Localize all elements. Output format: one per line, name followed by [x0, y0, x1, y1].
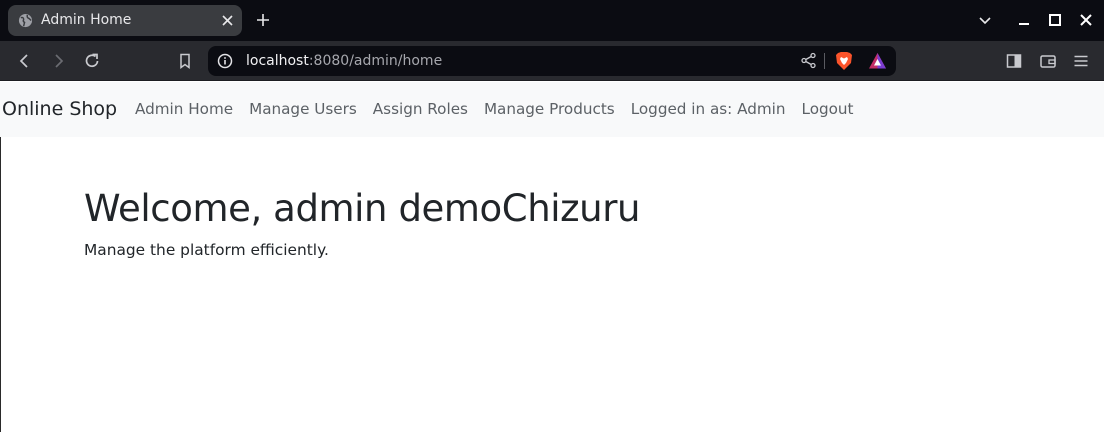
browser-toolbar: localhost:8080/admin/home: [0, 41, 1104, 81]
nav-manage-products[interactable]: Manage Products: [476, 82, 623, 137]
nav-manage-users[interactable]: Manage Users: [241, 82, 365, 137]
share-icon[interactable]: [800, 52, 817, 69]
menu-icon[interactable]: [1072, 52, 1090, 70]
brave-shields-icon[interactable]: [835, 51, 853, 71]
navbar: Online Shop Admin Home Manage Users Assi…: [0, 82, 1104, 137]
chevron-down-icon[interactable]: [977, 12, 993, 28]
info-icon[interactable]: [217, 53, 233, 69]
minimize-icon[interactable]: [1016, 12, 1032, 28]
url-host: localhost: [246, 53, 309, 69]
close-window-icon[interactable]: [1078, 12, 1094, 28]
url-path: :8080/admin/home: [308, 53, 443, 69]
nav-assign-roles[interactable]: Assign Roles: [365, 82, 476, 137]
nav-admin-home[interactable]: Admin Home: [127, 82, 241, 137]
main-content: Welcome, admin demoChizuru Manage the pl…: [84, 186, 640, 259]
browser-titlebar: Admin Home: [0, 0, 1104, 41]
back-icon[interactable]: [16, 52, 34, 70]
wallet-icon[interactable]: [1039, 52, 1057, 70]
bookmark-icon[interactable]: [176, 52, 194, 70]
maximize-icon[interactable]: [1047, 12, 1063, 28]
web-page: Online Shop Admin Home Manage Users Assi…: [0, 82, 1104, 432]
close-icon[interactable]: [221, 14, 234, 27]
globe-icon: [18, 13, 33, 28]
page-subtitle: Manage the platform efficiently.: [84, 241, 329, 259]
tab-title: Admin Home: [41, 12, 132, 28]
forward-icon[interactable]: [49, 52, 67, 70]
nav-logout[interactable]: Logout: [794, 82, 862, 137]
brand-link[interactable]: Online Shop: [2, 82, 117, 137]
plus-icon[interactable]: [255, 12, 271, 28]
divider: [824, 53, 825, 69]
nav-links: Admin Home Manage Users Assign Roles Man…: [127, 82, 862, 137]
reload-icon[interactable]: [83, 52, 101, 70]
page-title: Welcome, admin demoChizuru: [84, 187, 641, 230]
sidebar-icon[interactable]: [1005, 52, 1023, 70]
browser-tab[interactable]: Admin Home: [8, 5, 242, 36]
brave-rewards-icon[interactable]: [868, 52, 887, 70]
address-bar[interactable]: localhost:8080/admin/home: [208, 46, 896, 76]
url-text[interactable]: localhost:8080/admin/home: [246, 46, 442, 76]
nav-logged-in-as[interactable]: Logged in as: Admin: [623, 82, 794, 137]
